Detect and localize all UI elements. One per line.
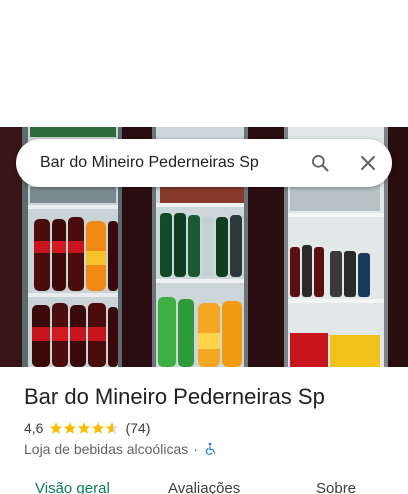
place-tabs: Visão geral Avaliações Sobre [0,474,408,494]
search-button[interactable] [296,139,344,187]
search-icon [310,153,330,173]
rating-row[interactable]: 4,6 (74) [24,419,150,437]
category-row: Loja de bebidas alcoólicas · [24,440,217,458]
place-category: Loja de bebidas alcoólicas [24,441,189,457]
wheelchair-icon [203,442,217,456]
close-icon [360,155,376,171]
star-icon [64,422,77,434]
star-icon [50,422,63,434]
tab-about[interactable]: Sobre [316,480,356,494]
review-count[interactable]: (74) [125,420,150,436]
separator-dot: · [193,441,198,457]
place-title: Bar do Mineiro Pederneiras Sp [24,384,325,409]
rating-value: 4,6 [24,420,44,436]
star-half-icon [106,422,119,434]
rating-stars [49,421,119,435]
star-icon [78,422,91,434]
star-icon [92,422,105,434]
tab-reviews[interactable]: Avaliações [168,480,240,494]
tab-overview[interactable]: Visão geral [35,480,110,494]
top-blank-area [0,0,408,127]
search-bar[interactable]: Bar do Mineiro Pederneiras Sp [16,139,392,187]
search-input[interactable]: Bar do Mineiro Pederneiras Sp [16,154,296,172]
close-button[interactable] [344,139,392,187]
